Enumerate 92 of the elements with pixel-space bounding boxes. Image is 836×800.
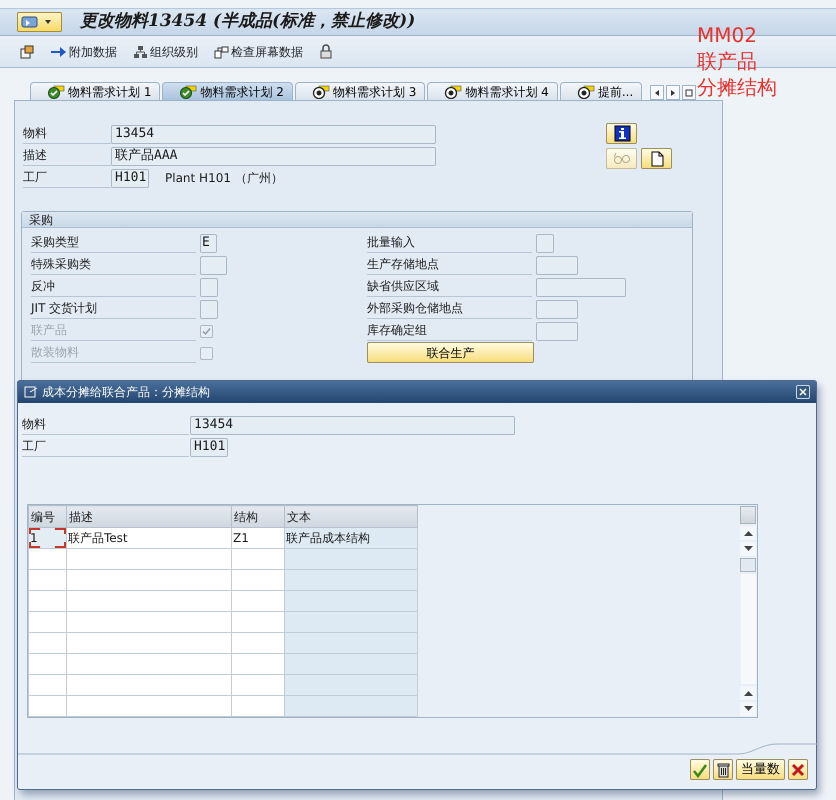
- field-label: JIT 交货计划: [31, 299, 196, 319]
- lock-icon[interactable]: [319, 44, 333, 59]
- check-icon: [692, 762, 708, 778]
- field-label: 采购类型: [31, 233, 196, 253]
- tab[interactable]: 物料需求计划 1: [30, 82, 160, 100]
- field-label: 反冲: [31, 277, 196, 297]
- input-field[interactable]: H101: [190, 438, 228, 456]
- confirm-button[interactable]: [690, 759, 710, 780]
- input-field[interactable]: [536, 300, 578, 318]
- close-icon: [799, 388, 807, 396]
- input-field[interactable]: [200, 278, 218, 296]
- table-cell: 联产品成本结构: [284, 528, 418, 548]
- field-label: 散装物料: [31, 343, 196, 363]
- status-target-icon: [312, 84, 330, 98]
- field-label: 库存确定组: [367, 321, 532, 341]
- scroll-right-button[interactable]: [666, 85, 680, 100]
- plant-description: Plant H101 （广州）: [165, 170, 283, 187]
- window-title: 更改物料13454 (半成品(标准，禁止修改)): [80, 10, 416, 34]
- annotation-text: MM02: [697, 22, 757, 48]
- input-field[interactable]: E: [200, 234, 217, 252]
- field-label: 批量输入: [367, 233, 532, 253]
- column-header[interactable]: 编号: [28, 506, 66, 528]
- field-label: 特殊采购类: [31, 255, 196, 275]
- input-field[interactable]: [200, 256, 227, 274]
- hierarchy-icon: [133, 44, 148, 58]
- tab[interactable]: 物料需求计划 3: [294, 82, 426, 100]
- column-header[interactable]: 结构: [232, 506, 284, 528]
- scroll-thumb[interactable]: [740, 558, 756, 572]
- status-target-icon: [444, 84, 462, 98]
- column-header[interactable]: 文本: [284, 506, 418, 528]
- down-arrow-icon: [744, 706, 752, 712]
- input-field[interactable]: [536, 322, 578, 340]
- field-label: 外部采购仓储地点: [367, 299, 532, 319]
- close-icon: [790, 762, 806, 778]
- dialog-icon: [24, 386, 38, 398]
- menu-button[interactable]: [17, 12, 62, 32]
- down-arrow-icon: [744, 546, 752, 552]
- toolbar-button[interactable]: 组织级别: [133, 42, 198, 60]
- info-icon: [612, 124, 632, 142]
- right-arrow-icon: [669, 88, 678, 96]
- scroll-down-button[interactable]: [740, 542, 756, 556]
- trash-icon: [715, 762, 731, 778]
- annotation-text: 分摊结构: [697, 74, 777, 100]
- input-field[interactable]: [200, 300, 218, 318]
- document-button[interactable]: [641, 148, 672, 169]
- status-check-icon: [47, 84, 65, 98]
- column-header[interactable]: 描述: [66, 506, 232, 528]
- status-check-icon: [179, 84, 198, 98]
- status-target-icon: [576, 84, 595, 98]
- input-field[interactable]: [536, 234, 554, 252]
- scroll-up-button[interactable]: [740, 526, 756, 540]
- field-label: 生产存储地点: [367, 255, 532, 275]
- close-button[interactable]: [796, 385, 810, 399]
- tab[interactable]: 物料需求计划 4: [427, 82, 558, 100]
- input-field[interactable]: [536, 256, 578, 274]
- annotation-text: 联产品: [697, 48, 757, 74]
- scroll-down-button[interactable]: [740, 702, 756, 716]
- field-label: 工厂: [22, 437, 189, 457]
- input-field[interactable]: H101: [111, 168, 149, 188]
- screen-icon: [21, 15, 39, 29]
- input-field[interactable]: 13454: [111, 124, 436, 144]
- toolbar-button[interactable]: 检查屏幕数据: [214, 42, 303, 60]
- toggle-icon[interactable]: [20, 44, 34, 58]
- tab[interactable]: 提前...: [560, 82, 642, 100]
- scroll-up-button[interactable]: [740, 686, 756, 700]
- caret-icon: [45, 19, 51, 25]
- cancel-button[interactable]: [788, 759, 808, 780]
- joint-production-button[interactable]: 联合生产: [367, 342, 534, 363]
- table-cell[interactable]: Z1: [232, 528, 284, 548]
- input-field[interactable]: 13454: [190, 416, 515, 434]
- scroll-left-button[interactable]: [650, 85, 664, 100]
- field-label: 缺省供应区域: [367, 277, 532, 297]
- info-button[interactable]: [606, 123, 637, 144]
- group-title: 采购: [22, 212, 692, 228]
- equivalence-button[interactable]: 当量数: [736, 759, 785, 780]
- input-field[interactable]: 联产品AAA: [111, 146, 436, 166]
- table-cell[interactable]: 1: [28, 528, 66, 548]
- table-cell[interactable]: 联产品Test: [66, 528, 232, 548]
- field-label: 联产品: [31, 321, 196, 341]
- square-icon: [685, 88, 694, 96]
- toolbar-button[interactable]: 附加数据: [50, 42, 117, 60]
- dialog-title: 成本分摊给联合产品：分摊结构: [42, 384, 210, 401]
- up-arrow-icon: [744, 690, 752, 696]
- tab[interactable]: 物料需求计划 2: [162, 82, 293, 100]
- arrow-icon: [50, 44, 67, 58]
- left-arrow-icon: [653, 88, 662, 96]
- screen-check-icon: [214, 44, 229, 58]
- tab-list-button[interactable]: [682, 85, 696, 100]
- input-field[interactable]: [536, 278, 626, 296]
- up-arrow-icon: [744, 530, 752, 536]
- field-label: 物料: [22, 415, 189, 435]
- delete-button[interactable]: [713, 759, 733, 780]
